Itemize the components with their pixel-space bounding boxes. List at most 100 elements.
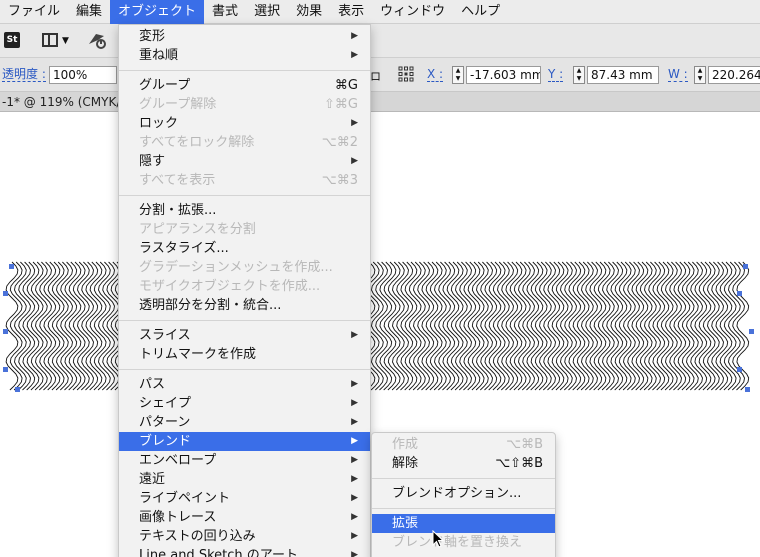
blend-step-path [513, 261, 527, 391]
object-menu-item[interactable]: ブレンド ▶ [119, 432, 370, 451]
blend-step-path [492, 261, 506, 391]
blend-step-path [425, 261, 439, 391]
blend-menu-item-label: 拡張 [392, 516, 419, 531]
blend-step-path [505, 261, 519, 391]
blend-step-path [22, 261, 36, 391]
blend-step-path [631, 261, 645, 391]
document-tab[interactable]: -1* @ 119% (CMYK/プ [0, 92, 760, 112]
object-menu-item[interactable]: 遠近 ▶ [119, 470, 370, 489]
object-menu-item[interactable]: エンベロープ ▶ [119, 451, 370, 470]
chevron-down-icon[interactable]: ▼ [62, 36, 69, 46]
object-menu-item[interactable]: グループ ⌘G [119, 76, 370, 95]
blend-menu-item[interactable]: ブレンドオプション... [372, 484, 555, 503]
blend-step-path [476, 261, 489, 391]
object-menu-item[interactable]: 画像トレース ▶ [119, 508, 370, 527]
menu-separator [119, 320, 370, 321]
blend-step-path [56, 261, 69, 391]
menu-type[interactable]: 書式 [204, 0, 246, 24]
blend-step-path [686, 261, 699, 391]
object-menu-item[interactable]: ラスタライズ... [119, 239, 370, 258]
object-menu-item[interactable]: パターン ▶ [119, 413, 370, 432]
object-menu-item[interactable]: 変形 ▶ [119, 27, 370, 46]
object-menu-item[interactable]: 分割・拡張... [119, 201, 370, 220]
blend-step-path [488, 261, 502, 391]
blend-step-path [484, 261, 498, 391]
menu-file[interactable]: ファイル [0, 0, 68, 24]
y-stepper[interactable]: ▲ ▼ [573, 66, 585, 84]
blend-step-path [719, 261, 733, 391]
w-label[interactable]: W : [668, 68, 688, 82]
blend-step-path [434, 261, 447, 391]
x-stepper[interactable]: ▲ ▼ [452, 66, 464, 84]
blend-step-path [417, 261, 430, 391]
menu-object[interactable]: オブジェクト [110, 0, 205, 24]
blend-menu-item-label: 作成 [392, 437, 419, 452]
blend-step-path [102, 261, 115, 391]
stock-icon[interactable]: St [4, 32, 20, 48]
workspace-layout-icon[interactable] [42, 33, 58, 47]
reference-point-icon[interactable] [398, 66, 414, 82]
object-menu-item-label: グループ解除 [139, 97, 217, 112]
object-menu-item-label: 隠す [139, 154, 166, 169]
blend-step-path [547, 261, 561, 391]
object-menu-item[interactable]: 重ね順 ▶ [119, 46, 370, 65]
blend-step-path [501, 261, 514, 391]
object-menu-item[interactable]: ロック ▶ [119, 114, 370, 133]
blend-menu-item[interactable]: 拡張 [372, 514, 555, 533]
object-menu-item[interactable]: 透明部分を分割・統合... [119, 296, 370, 315]
blend-step-path [497, 261, 510, 391]
blend-step-path [623, 261, 636, 391]
object-menu-item[interactable]: テキストの回り込み ▶ [119, 527, 370, 546]
shortcut-label: ⌥⌘2 [321, 135, 358, 150]
anchor-point [737, 291, 742, 296]
object-menu-item[interactable]: Line and Sketch のアート ▶ [119, 546, 370, 557]
blend-menu-item[interactable]: 解除 ⌥⇧⌘B [372, 454, 555, 473]
w-stepper[interactable]: ▲ ▼ [694, 66, 706, 84]
blend-step-path [64, 261, 78, 391]
opacity-field[interactable]: 100% [49, 66, 117, 84]
menu-separator [119, 195, 370, 196]
menu-select[interactable]: 選択 [246, 0, 288, 24]
blend-step-path [723, 261, 737, 391]
submenu-arrow-icon: ▶ [351, 379, 358, 389]
y-label[interactable]: Y : [548, 68, 564, 82]
menu-edit[interactable]: 編集 [68, 0, 110, 24]
submenu-arrow-icon: ▶ [351, 436, 358, 446]
x-label[interactable]: X : [427, 68, 444, 82]
object-menu-item[interactable]: トリムマークを作成 [119, 345, 370, 364]
shortcut-label: ⌥⌘B [506, 437, 543, 452]
menu-effect[interactable]: 効果 [288, 0, 330, 24]
submenu-arrow-icon: ▶ [351, 474, 358, 484]
object-menu-item-label: トリムマークを作成 [139, 347, 257, 362]
x-field[interactable]: -17.603 mm [466, 66, 541, 84]
object-menu-item[interactable]: パス ▶ [119, 375, 370, 394]
object-menu-item: すべてを表示 ⌥⌘3 [119, 171, 370, 190]
blend-step-path [450, 261, 464, 391]
y-field[interactable]: 87.43 mm [587, 66, 659, 84]
blend-step-path [711, 261, 724, 391]
object-menu-item[interactable]: スライス ▶ [119, 326, 370, 345]
w-field[interactable]: 220.264 [708, 66, 760, 84]
control-bar: 透明度 : 100% ロ X : ▲ ▼ -17.603 mm Y : ▲ ▼ 87… [0, 58, 760, 92]
gpu-performance-icon[interactable] [86, 30, 108, 50]
object-menu-item-label: グループ [139, 78, 191, 93]
object-menu-item[interactable]: シェイプ ▶ [119, 394, 370, 413]
blend-step-path [375, 261, 388, 391]
blend-step-path [43, 261, 57, 391]
blend-step-path [404, 261, 418, 391]
object-menu-item-label: 分割・拡張... [139, 203, 217, 218]
menu-help[interactable]: ヘルプ [453, 0, 508, 24]
menu-window[interactable]: ウィンドウ [372, 0, 453, 24]
blend-step-path [379, 261, 393, 391]
blend-step-path [652, 261, 666, 391]
anchor-point [3, 367, 8, 372]
opacity-label[interactable]: 透明度 : [2, 67, 46, 82]
menu-view[interactable]: 表示 [330, 0, 372, 24]
object-menu-item[interactable]: ライブペイント ▶ [119, 489, 370, 508]
anchor-point [749, 329, 754, 334]
shortcut-label: ⌘G [334, 78, 358, 93]
blend-step-path [555, 261, 569, 391]
blend-step-path [509, 261, 523, 391]
object-menu-item[interactable]: 隠す ▶ [119, 152, 370, 171]
blend-step-path [35, 261, 48, 391]
